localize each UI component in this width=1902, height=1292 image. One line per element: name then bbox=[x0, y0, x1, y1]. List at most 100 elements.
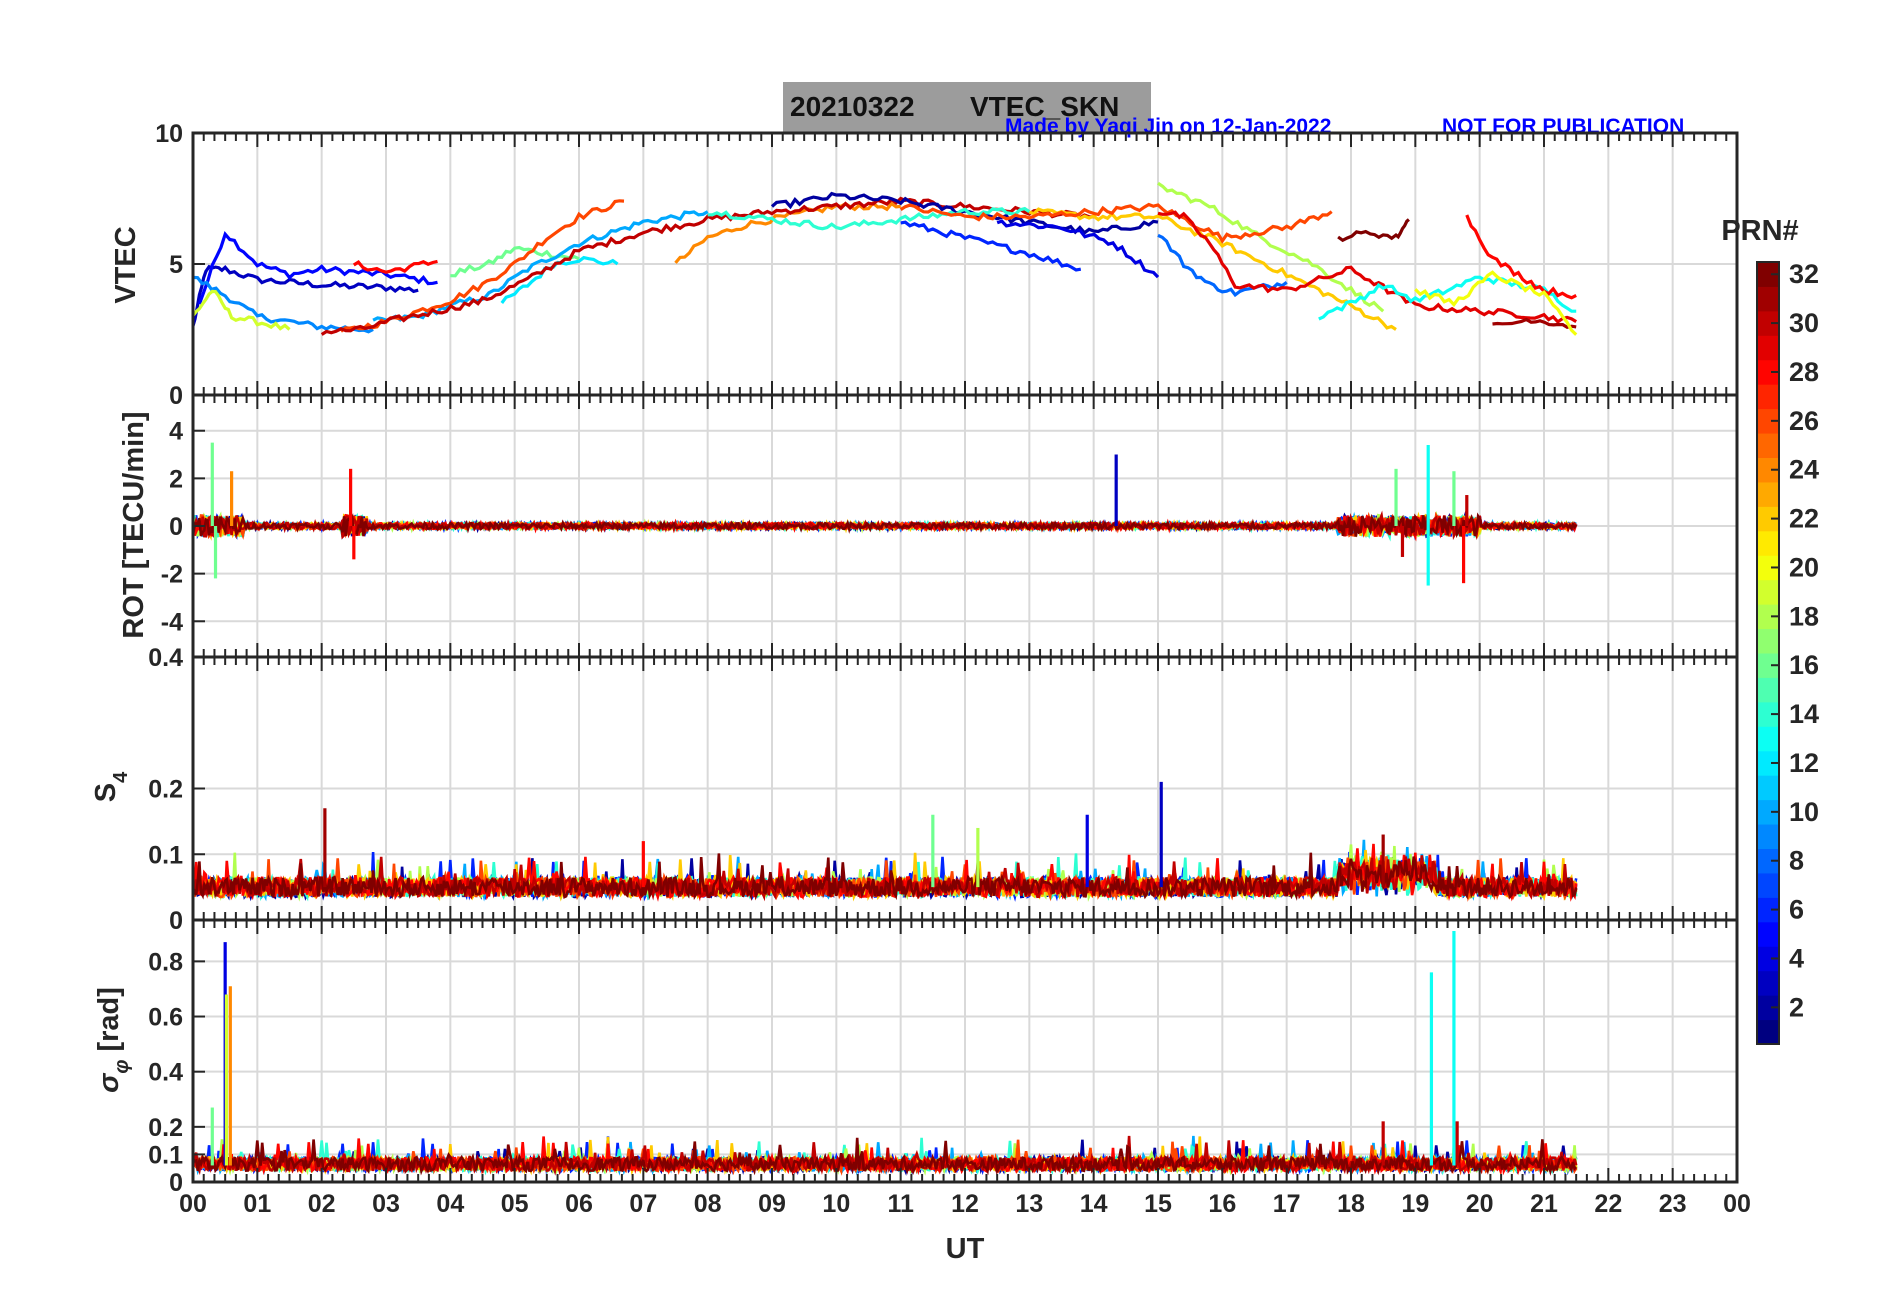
colorbar-swatch bbox=[1757, 384, 1779, 410]
rot-axis-label: ROT [TECU/min] bbox=[118, 411, 150, 638]
colorbar-swatch bbox=[1757, 970, 1779, 996]
x-tick-label: 23 bbox=[1659, 1190, 1687, 1218]
y-tick-label: 5 bbox=[169, 251, 183, 279]
vtec-series-prn-6 bbox=[900, 220, 1082, 272]
x-tick-label: 00 bbox=[1723, 1190, 1751, 1218]
colorbar-swatch bbox=[1757, 335, 1779, 361]
vtec-series-prn-18 bbox=[1157, 181, 1385, 313]
x-tick-label: 02 bbox=[308, 1190, 336, 1218]
colorbar-tick-label: 12 bbox=[1789, 748, 1819, 778]
y-tick-label: 0 bbox=[169, 382, 183, 410]
x-tick-label: 10 bbox=[822, 1190, 850, 1218]
y-tick-label: 0 bbox=[169, 907, 183, 935]
plot-area bbox=[193, 442, 1578, 586]
title-date: 20210322 bbox=[790, 91, 915, 122]
sigma-phi-panel: 00.10.20.40.60.8 bbox=[148, 918, 1739, 1197]
x-tick-label: 16 bbox=[1208, 1190, 1236, 1218]
vtec-series-prn-32 bbox=[1337, 218, 1410, 243]
colorbar-tick-label: 18 bbox=[1789, 601, 1819, 631]
x-tick-label: 15 bbox=[1144, 1190, 1172, 1218]
colorbar-tick-label: 8 bbox=[1789, 846, 1804, 876]
colorbar-swatch bbox=[1757, 726, 1779, 752]
y-tick-label: -2 bbox=[161, 561, 183, 589]
plot-area bbox=[193, 181, 1578, 336]
colorbar-swatch bbox=[1757, 1019, 1779, 1045]
svg-text:σφ [rad]: σφ [rad] bbox=[93, 987, 133, 1093]
x-tick-label: 19 bbox=[1401, 1190, 1429, 1218]
vtec-series-prn-10 bbox=[372, 210, 709, 323]
sigma-phi-axis-label: σφ [rad] bbox=[93, 987, 133, 1093]
colorbar-swatch bbox=[1757, 775, 1779, 801]
x-tick-label: 09 bbox=[758, 1190, 786, 1218]
x-tick-label: 13 bbox=[1015, 1190, 1043, 1218]
colorbar-tick-label: 22 bbox=[1789, 504, 1819, 534]
vtec-series-prn-31 bbox=[1492, 317, 1577, 330]
y-tick-label: 0 bbox=[169, 513, 183, 541]
y-tick-label: 0.2 bbox=[148, 776, 183, 804]
y-tick-label: 4 bbox=[169, 418, 183, 446]
colorbar-tick-label: 4 bbox=[1789, 943, 1804, 973]
colorbar-title: PRN# bbox=[1721, 215, 1798, 247]
colorbar-swatch bbox=[1757, 530, 1779, 556]
colorbar-tick-label: 24 bbox=[1789, 455, 1819, 485]
disclaimer-note: NOT FOR PUBLICATION bbox=[1442, 115, 1684, 138]
colorbar-tick-label: 20 bbox=[1789, 552, 1819, 582]
y-tick-label: -4 bbox=[161, 608, 183, 636]
y-tick-label: 0.4 bbox=[148, 1059, 183, 1087]
x-tick-label: 00 bbox=[179, 1190, 207, 1218]
colorbar-swatch bbox=[1757, 579, 1779, 605]
y-tick-label: 0.1 bbox=[148, 1141, 183, 1169]
x-tick-label: 08 bbox=[694, 1190, 722, 1218]
colorbar-swatch bbox=[1757, 433, 1779, 458]
colorbar-tick-label: 14 bbox=[1789, 699, 1819, 729]
colorbar-swatch bbox=[1757, 824, 1779, 849]
x-tick-label: 22 bbox=[1594, 1190, 1622, 1218]
x-tick-label: 12 bbox=[951, 1190, 979, 1218]
colorbar: 2468101214161820222426283032 bbox=[1756, 259, 1819, 1045]
rot-panel: -4 -2 0 2 4 bbox=[161, 393, 1739, 659]
colorbar-tick-label: 26 bbox=[1789, 406, 1819, 436]
x-tick-label: 07 bbox=[629, 1190, 657, 1218]
x-tick-label: 06 bbox=[565, 1190, 593, 1218]
x-tick-labels: 00 01 02 03 04 05 06 07 08 09 10 11 12 13 14 15 16 17 18 19… bbox=[179, 1190, 1751, 1218]
x-axis-label: UT bbox=[946, 1233, 985, 1265]
x-tick-label: 21 bbox=[1530, 1190, 1558, 1218]
y-tick-label: 2 bbox=[169, 465, 183, 493]
x-tick-label: 05 bbox=[501, 1190, 529, 1218]
colorbar-tick-label: 10 bbox=[1789, 797, 1819, 827]
x-tick-label: 20 bbox=[1466, 1190, 1494, 1218]
x-tick-label: 01 bbox=[243, 1190, 271, 1218]
colorbar-tick-label: 30 bbox=[1789, 308, 1819, 338]
colorbar-tick-label: 2 bbox=[1789, 992, 1804, 1022]
plot-area bbox=[193, 781, 1578, 902]
vtec-series-prn-22 bbox=[1028, 207, 1397, 331]
x-tick-label: 17 bbox=[1273, 1190, 1301, 1218]
colorbar-swatch bbox=[1757, 677, 1779, 703]
x-tick-label: 04 bbox=[436, 1190, 464, 1218]
y-tick-label: 0.4 bbox=[148, 644, 183, 672]
x-tick-label: 18 bbox=[1337, 1190, 1365, 1218]
colorbar-tick-label: 28 bbox=[1789, 357, 1819, 387]
s4-axis-label: S4 bbox=[90, 771, 132, 802]
y-tick-label: 0.8 bbox=[148, 948, 183, 976]
colorbar-tick-label: 16 bbox=[1789, 650, 1819, 680]
x-tick-label: 03 bbox=[372, 1190, 400, 1218]
vtec-axis-label: VTEC bbox=[110, 226, 142, 303]
y-tick-label: 0.2 bbox=[148, 1114, 183, 1142]
colorbar-swatch bbox=[1757, 872, 1779, 898]
y-tick-label: 0.6 bbox=[148, 1004, 183, 1032]
s4-panel: 0 0.1 0.2 0.4 bbox=[148, 644, 1739, 935]
colorbar-swatch bbox=[1757, 921, 1779, 947]
colorbar-swatch bbox=[1757, 286, 1779, 312]
colorbar-tick-label: 6 bbox=[1789, 895, 1804, 925]
figure: 20210322 VTEC_SKN Made by Yaqi Jin on 12… bbox=[90, 82, 1819, 1265]
colorbar-swatch bbox=[1757, 628, 1779, 654]
x-tick-label: 14 bbox=[1080, 1190, 1108, 1218]
plot-area bbox=[193, 931, 1578, 1176]
vtec-series-prn-19 bbox=[193, 289, 291, 331]
colorbar-swatch bbox=[1757, 481, 1779, 507]
colorbar-tick-label: 32 bbox=[1789, 259, 1819, 289]
x-tick-label: 11 bbox=[887, 1190, 914, 1218]
svg-text:S4: S4 bbox=[90, 771, 132, 802]
y-tick-label: 10 bbox=[155, 120, 183, 148]
